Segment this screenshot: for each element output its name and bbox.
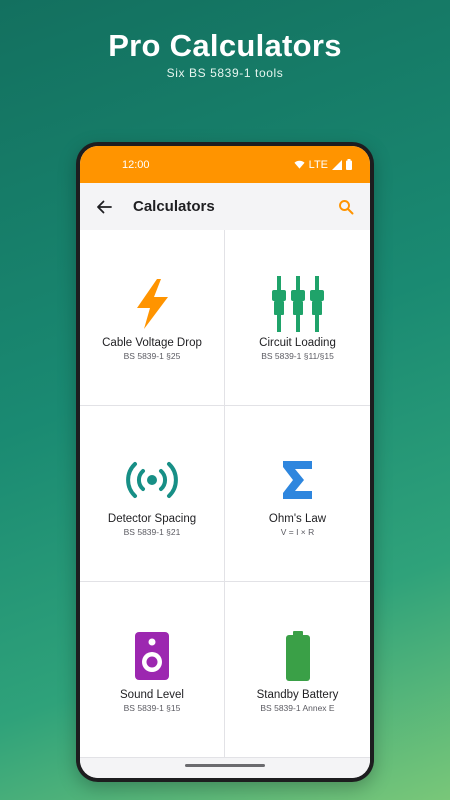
wifi-icon [294, 160, 305, 169]
card-reference: BS 5839-1 §21 [123, 527, 181, 537]
calculator-card-detector-spacing[interactable]: Detector Spacing BS 5839-1 §21 [80, 406, 225, 582]
calculator-card-ohms-law[interactable]: Ohm's Law V = I × R [225, 406, 370, 582]
arrow-back-icon [97, 200, 112, 213]
calculator-grid: Cable Voltage Drop BS 5839-1 §25 Circuit… [80, 230, 370, 758]
card-reference: V = I × R [280, 527, 315, 537]
card-reference: BS 5839-1 §15 [123, 703, 181, 713]
card-title: Detector Spacing [107, 513, 197, 525]
search-button[interactable] [334, 195, 358, 219]
lightning-bolt-icon [122, 276, 182, 332]
status-icons: LTE [294, 159, 352, 171]
home-indicator[interactable] [185, 764, 265, 767]
network-type: LTE [308, 158, 328, 171]
circuit-fuses-icon [268, 276, 328, 332]
card-title: Circuit Loading [259, 337, 336, 349]
calculator-card-sound-level[interactable]: Sound Level BS 5839-1 §15 [80, 582, 225, 758]
battery-status-icon [346, 159, 352, 170]
back-button[interactable] [92, 195, 116, 219]
navigation-bar [80, 758, 370, 778]
card-title: Cable Voltage Drop [102, 337, 202, 349]
sigma-icon [268, 452, 328, 508]
card-reference: BS 5839-1 §25 [123, 351, 181, 361]
promo-title: Pro Calculators [108, 28, 342, 63]
phone-screen: 12:00 LTE Calculators Cable Voltage Drop… [80, 146, 370, 778]
status-bar: 12:00 LTE [80, 146, 370, 183]
card-title: Ohm's Law [268, 513, 327, 525]
cell-signal-icon [332, 159, 342, 170]
broadcast-signal-icon [122, 452, 182, 508]
card-title: Standby Battery [256, 689, 339, 701]
calculator-card-circuit-loading[interactable]: Circuit Loading BS 5839-1 §11/§15 [225, 230, 370, 406]
card-reference: BS 5839-1 Annex E [260, 703, 335, 713]
card-title: Sound Level [120, 689, 184, 701]
calculator-card-standby-battery[interactable]: Standby Battery BS 5839-1 Annex E [225, 582, 370, 758]
speaker-icon [122, 628, 182, 684]
page-title: Calculators [133, 198, 215, 215]
promo-subtitle: Six BS 5839-1 tools [166, 66, 284, 80]
search-icon [339, 199, 354, 214]
calculator-card-cable-voltage-drop[interactable]: Cable Voltage Drop BS 5839-1 §25 [80, 230, 225, 406]
card-reference: BS 5839-1 §11/§15 [261, 351, 334, 361]
phone-frame: 12:00 LTE Calculators Cable Voltage Drop… [76, 142, 374, 782]
app-bar: Calculators [80, 183, 370, 230]
status-time: 12:00 [122, 158, 150, 171]
battery-icon [268, 628, 328, 684]
